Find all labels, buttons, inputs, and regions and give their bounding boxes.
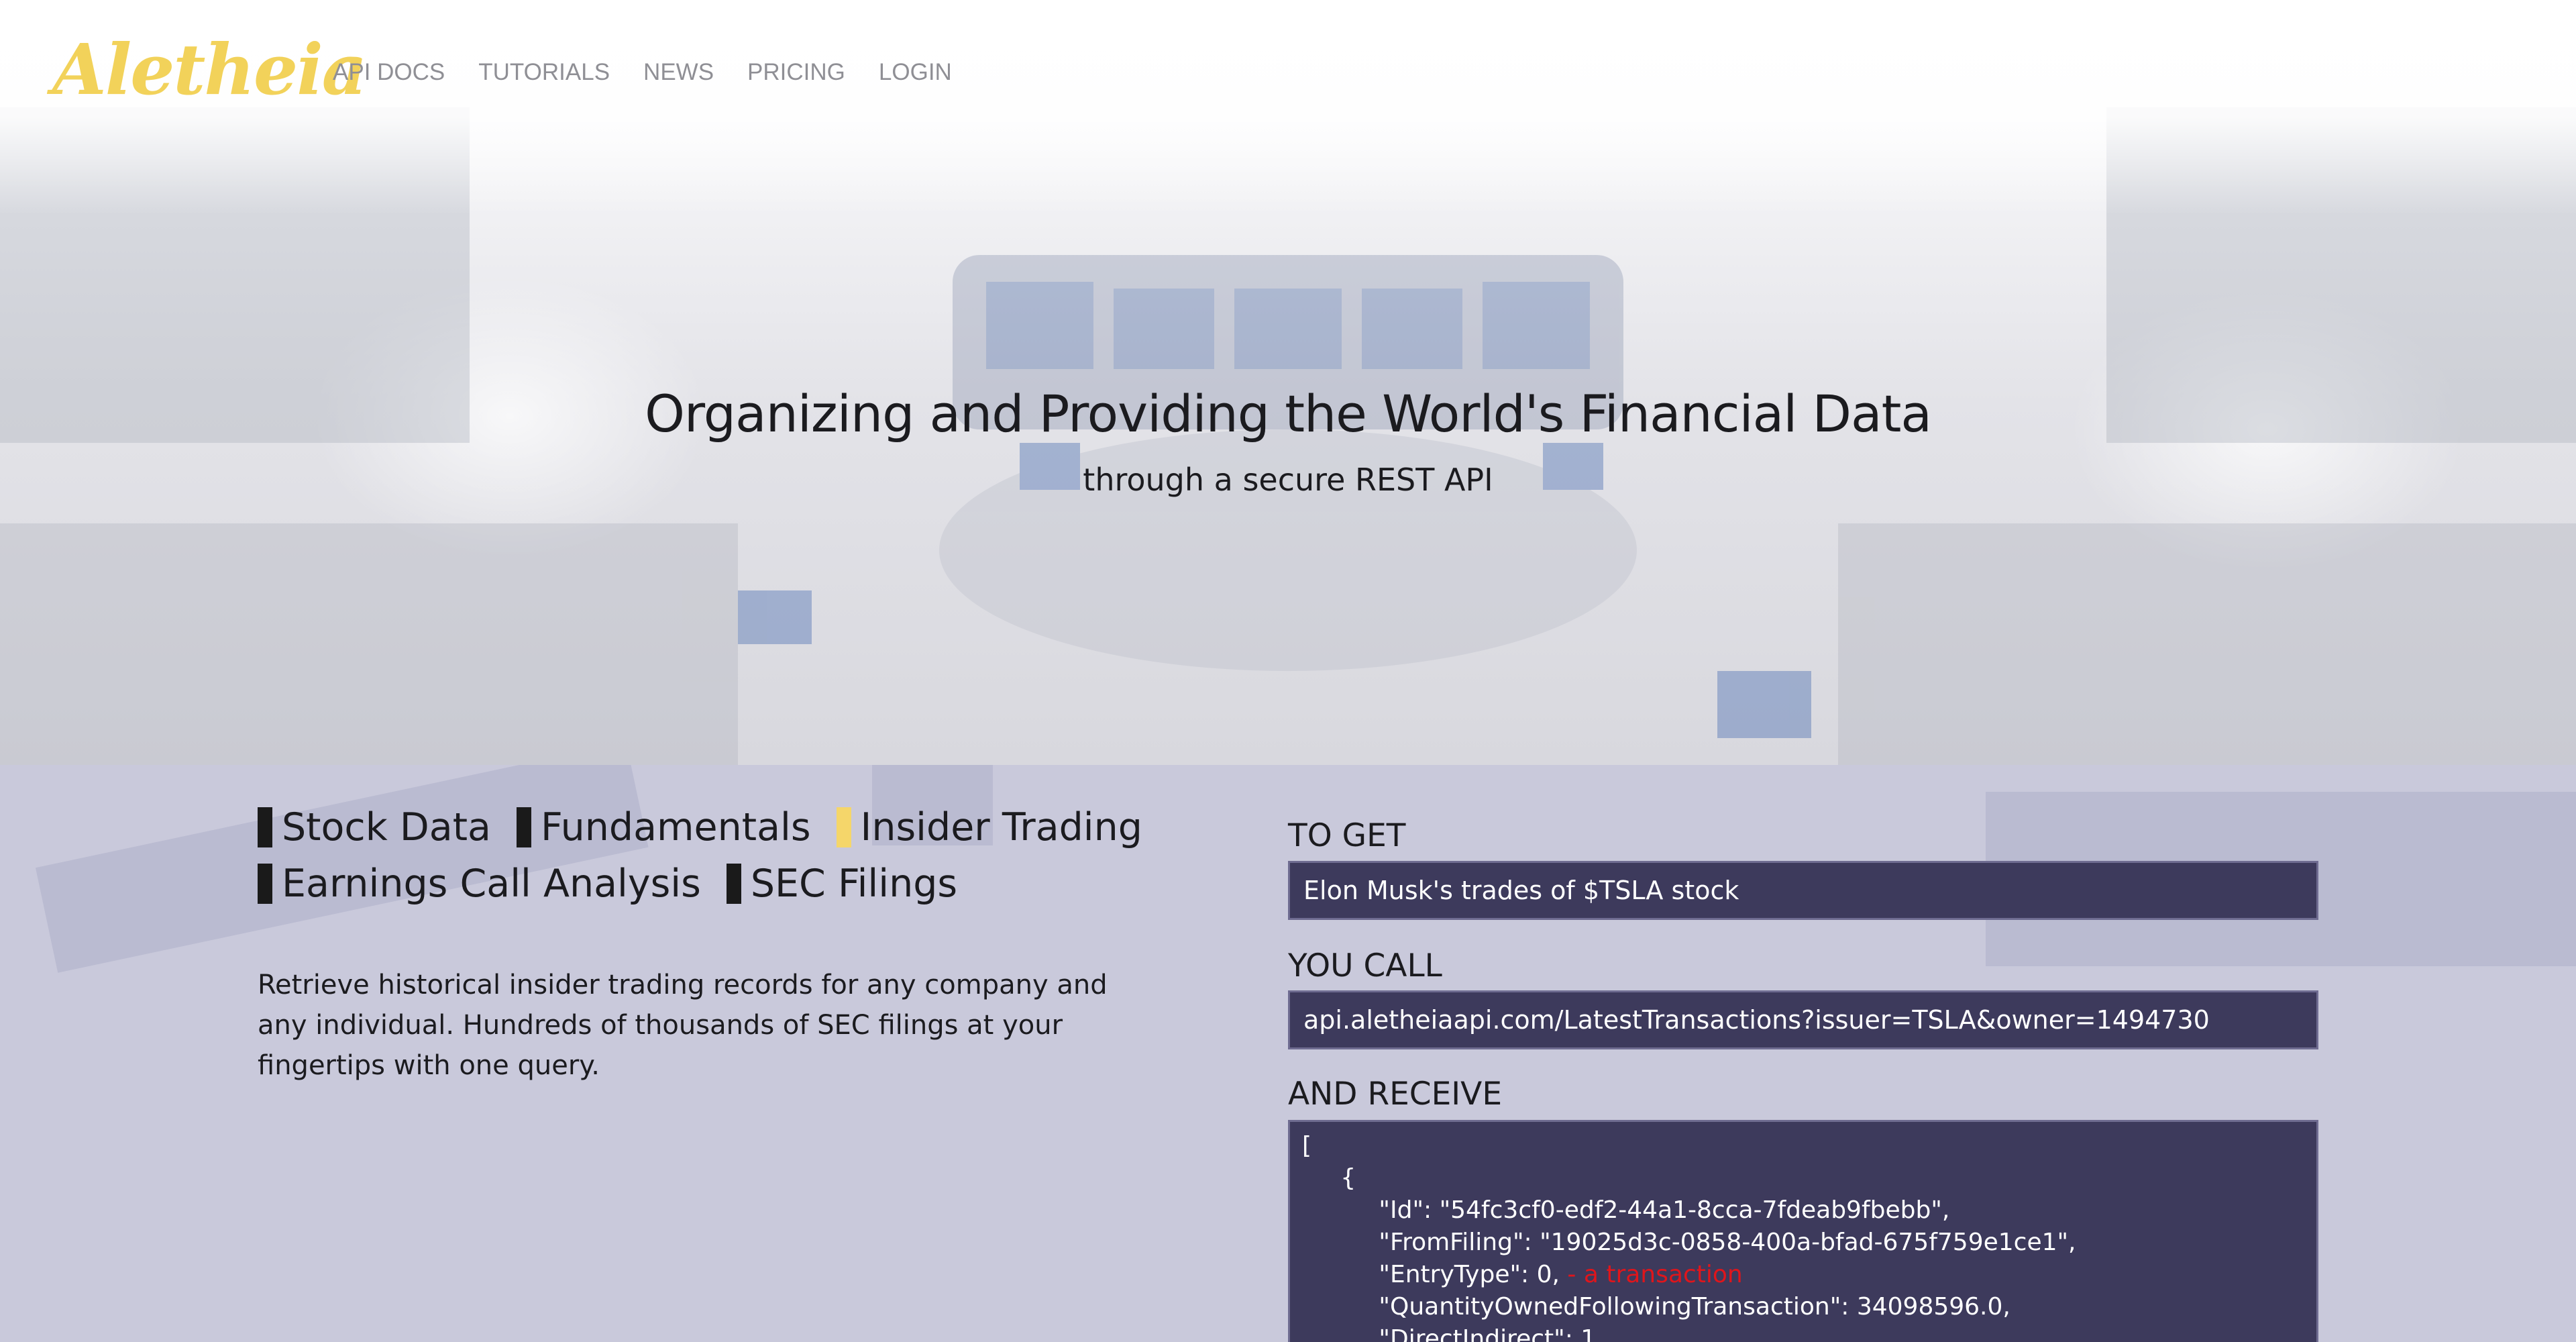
tab-marker	[258, 807, 272, 847]
nav-news[interactable]: NEWS	[643, 59, 714, 86]
tab-marker	[726, 864, 741, 904]
json-line: "Id": "54fc3cf0-edf2-44a1-8cca-7fdeab9fb…	[1302, 1196, 1950, 1224]
tab-label: Fundamentals	[540, 805, 811, 849]
tab-label: Stock Data	[282, 805, 491, 849]
tab-marker-active	[836, 807, 851, 847]
tab-earnings-call-analysis[interactable]: Earnings Call Analysis	[258, 862, 701, 906]
nav-login[interactable]: LOGIN	[879, 59, 952, 86]
tab-marker	[516, 807, 531, 847]
to-get-box: Elon Musk's trades of $TSLA stock	[1288, 861, 2318, 920]
json-line: "QuantityOwnedFollowingTransaction": 340…	[1302, 1293, 2010, 1321]
you-call-box: api.aletheiaapi.com/LatestTransactions?i…	[1288, 990, 2318, 1049]
nav-api-docs[interactable]: API DOCS	[333, 59, 445, 86]
hero-top-fade	[0, 0, 2576, 215]
hero-subtitle: through a secure REST API	[1083, 462, 1493, 498]
json-line: "EntryType": 0, - a transaction	[1302, 1261, 1743, 1288]
tab-insider-trading[interactable]: Insider Trading	[836, 805, 1142, 849]
tab-label: Insider Trading	[860, 805, 1142, 849]
tab-fundamentals[interactable]: Fundamentals	[516, 805, 811, 849]
api-url[interactable]: api.aletheiaapi.com/LatestTransactions?i…	[1290, 992, 2316, 1047]
to-get-value: Elon Musk's trades of $TSLA stock	[1303, 876, 1739, 905]
main-nav: API DOCS TUTORIALS NEWS PRICING LOGIN	[333, 59, 952, 86]
json-line: "DirectIndirect": 1,	[1302, 1325, 1604, 1342]
hero-section: Aletheia API DOCS TUTORIALS NEWS PRICING…	[0, 0, 2576, 765]
json-line: [	[1302, 1132, 1312, 1159]
product-description: Retrieve historical insider trading reco…	[258, 970, 1108, 1081]
json-comment: - a transaction	[1559, 1261, 1743, 1288]
hero-title: Organizing and Providing the World's Fin…	[645, 384, 1932, 444]
and-receive-label: AND RECEIVE	[1288, 1076, 1503, 1113]
tab-marker	[258, 864, 272, 904]
json-line: {	[1302, 1164, 1356, 1192]
tab-label: SEC Filings	[750, 862, 958, 906]
to-get-label: TO GET	[1288, 817, 1406, 854]
json-line: "FromFiling": "19025d3c-0858-400a-bfad-6…	[1302, 1229, 2076, 1256]
product-tabs: Stock Data Fundamentals Insider Trading …	[258, 805, 1210, 918]
json-response-box: [ { "Id": "54fc3cf0-edf2-44a1-8cca-7fdea…	[1288, 1120, 2318, 1342]
aletheia-logo[interactable]: Aletheia	[52, 28, 367, 111]
tab-label: Earnings Call Analysis	[282, 862, 701, 906]
product-section: Stock Data Fundamentals Insider Trading …	[0, 765, 2576, 1342]
tab-stock-data[interactable]: Stock Data	[258, 805, 491, 849]
nav-pricing[interactable]: PRICING	[747, 59, 845, 86]
tab-sec-filings[interactable]: SEC Filings	[726, 862, 958, 906]
nav-tutorials[interactable]: TUTORIALS	[478, 59, 610, 86]
you-call-label: YOU CALL	[1288, 947, 1442, 984]
